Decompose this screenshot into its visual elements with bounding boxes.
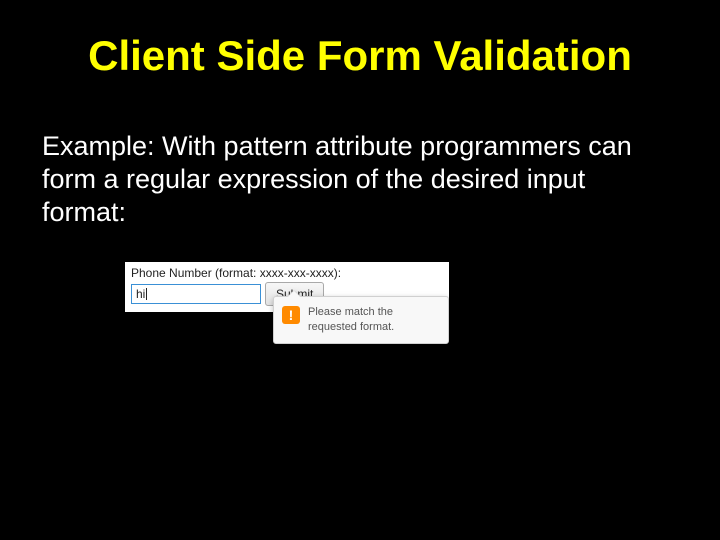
text-caret xyxy=(146,288,147,300)
slide: Client Side Form Validation Example: Wit… xyxy=(0,0,720,540)
phone-number-input[interactable]: hi xyxy=(131,284,261,304)
form-screenshot: Phone Number (format: xxxx-xxx-xxxx): hi… xyxy=(125,262,449,312)
input-value: hi xyxy=(136,287,145,301)
phone-number-label: Phone Number (format: xxxx-xxx-xxxx): xyxy=(125,262,449,282)
tooltip-arrow xyxy=(287,290,301,297)
warning-icon: ! xyxy=(282,306,300,324)
tooltip-body: ! Please match the requested format. xyxy=(273,296,449,344)
tooltip-message: Please match the requested format. xyxy=(308,305,438,335)
slide-body-text: Example: With pattern attribute programm… xyxy=(42,130,660,229)
validation-tooltip: ! Please match the requested format. xyxy=(273,296,449,344)
slide-title: Client Side Form Validation xyxy=(0,32,720,80)
